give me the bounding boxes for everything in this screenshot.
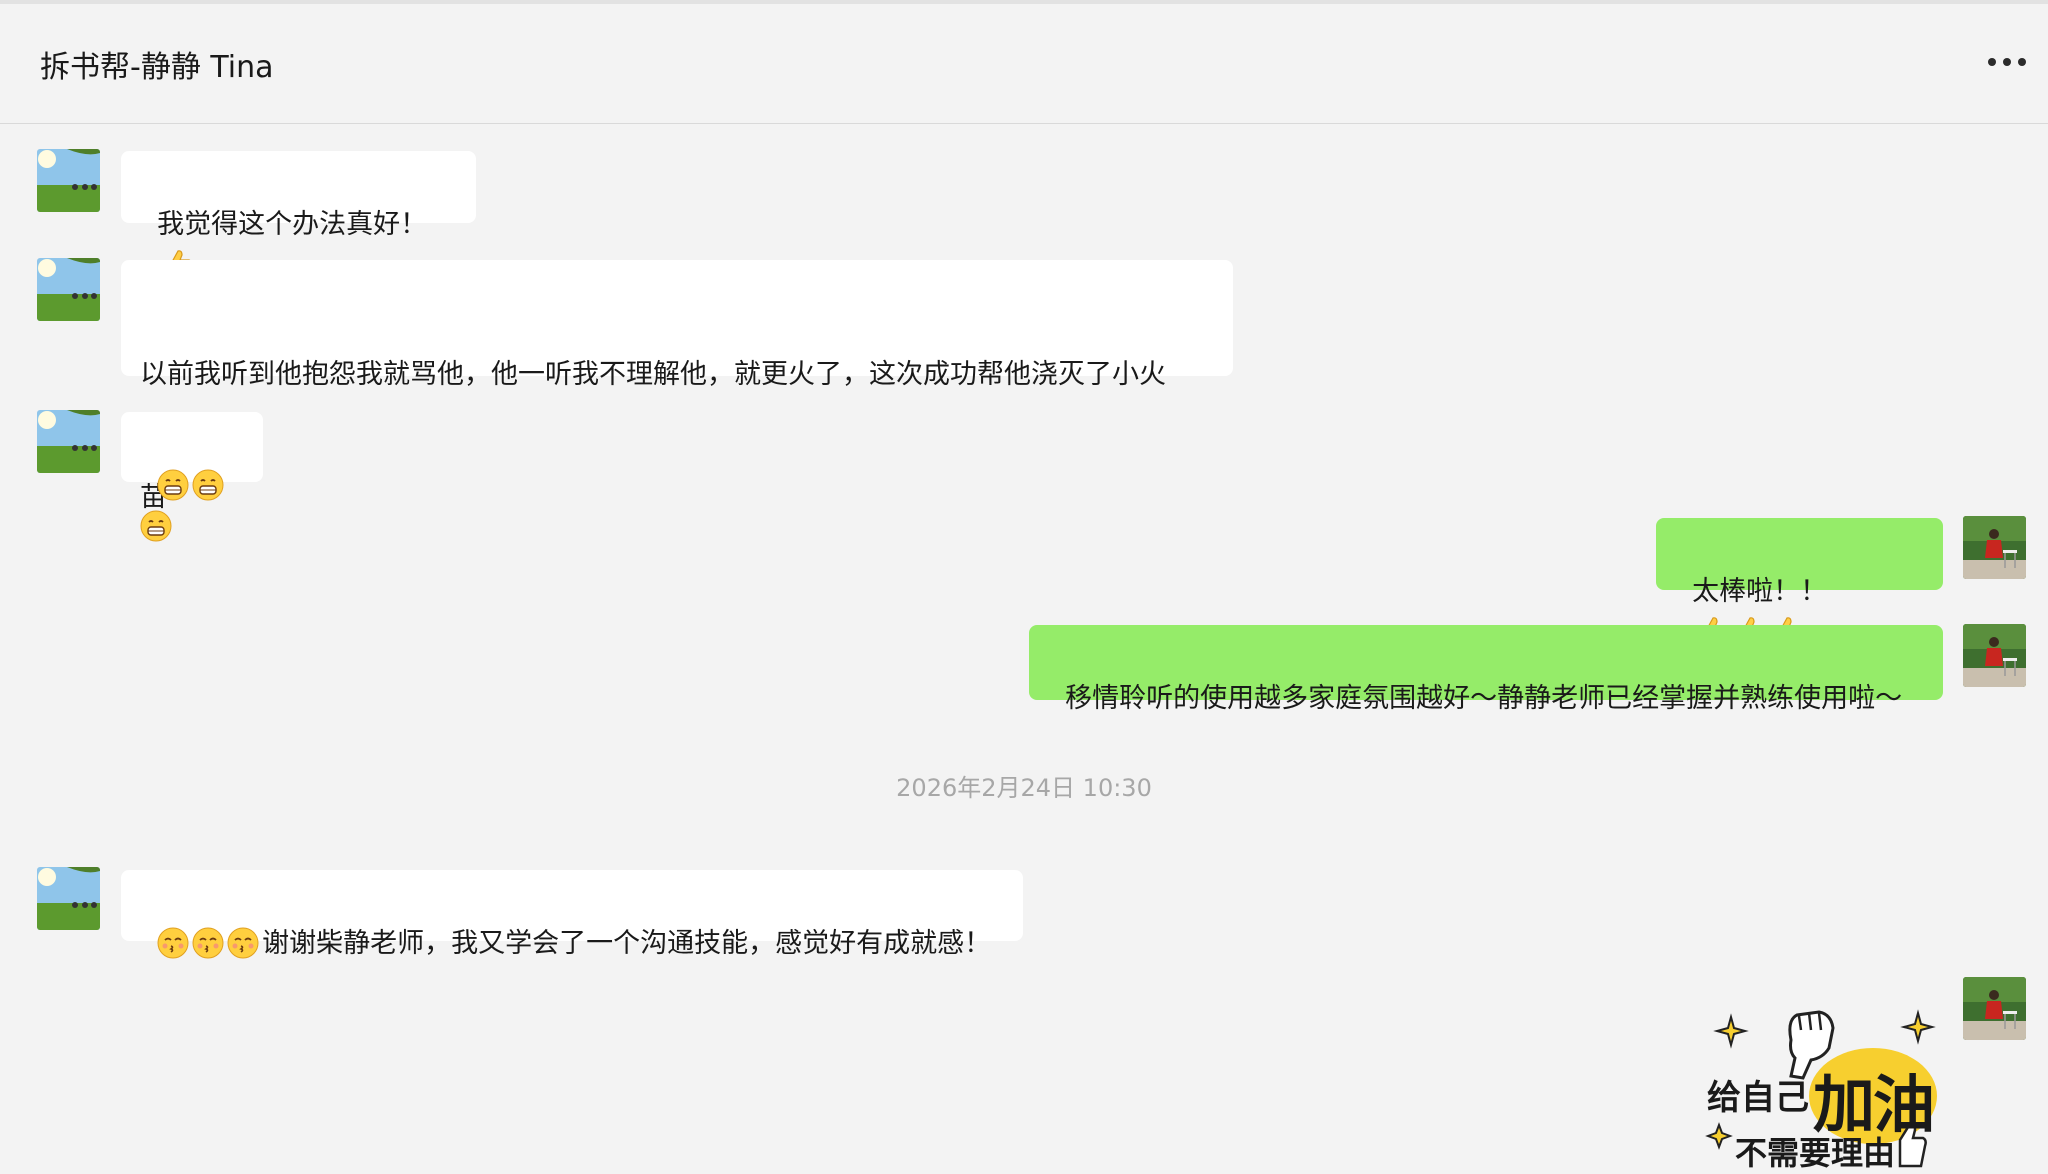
message-text: 移情聆听的使用越多家庭氛围越好～静静老师已经掌握并熟练使用啦～ — [1065, 683, 1903, 714]
kiss-emoji-icon — [157, 927, 189, 959]
contact-avatar[interactable] — [37, 258, 100, 321]
my-avatar[interactable] — [1963, 977, 2026, 1040]
grin-emoji-icon — [140, 510, 172, 542]
sticker-text-prefix: 给自己 — [1707, 1078, 1809, 1118]
message-text: 我觉得这个办法真好！ — [157, 209, 428, 240]
chat-header: 拆书帮-静静 Tina — [0, 4, 2048, 124]
message-bubble[interactable]: 谢谢柴静老师，我又学会了一个沟通技能，感觉好有成就感！ — [121, 870, 1023, 959]
message-bubble[interactable]: 以前我听到他抱怨我就骂他，他一听我不理解他，就更火了，这次成功帮他浇灭了小火 苗 — [121, 260, 1233, 513]
contact-avatar[interactable] — [37, 410, 100, 473]
cheer-sticker[interactable]: 给自己 加油 不需要理由 — [1695, 1000, 1955, 1172]
my-avatar[interactable] — [1963, 624, 2026, 687]
message-bubble[interactable]: 我觉得这个办法真好！ — [121, 151, 476, 279]
message-text: 谢谢柴静老师，我又学会了一个沟通技能，感觉好有成就感！ — [262, 928, 992, 959]
contact-avatar[interactable] — [37, 867, 100, 930]
message-bubble[interactable]: 移情聆听的使用越多家庭氛围越好～静静老师已经掌握并熟练使用啦～ — [1029, 625, 1943, 714]
grin-emoji-icon — [157, 469, 189, 501]
chat-title: 拆书帮-静静 Tina — [40, 50, 274, 85]
contact-avatar[interactable] — [37, 149, 100, 212]
kiss-emoji-icon — [227, 927, 259, 959]
sticker-text-line2: 不需要理由 — [1735, 1134, 1896, 1172]
more-icon[interactable] — [1982, 52, 2032, 72]
kiss-emoji-icon — [192, 927, 224, 959]
message-text: 太棒啦！！ — [1692, 576, 1828, 607]
grin-emoji-icon — [192, 469, 224, 501]
message-text-line: 以前我听到他抱怨我就骂他，他一听我不理解他，就更火了，这次成功帮他浇灭了小火 — [140, 359, 1166, 390]
message-timestamp: 2026年2月24日 10:30 — [896, 774, 1152, 802]
message-text-line: 苗 — [140, 477, 1214, 518]
my-avatar[interactable] — [1963, 516, 2026, 579]
message-bubble[interactable]: 太棒啦！！ — [1656, 518, 1943, 646]
message-bubble[interactable] — [121, 412, 263, 542]
